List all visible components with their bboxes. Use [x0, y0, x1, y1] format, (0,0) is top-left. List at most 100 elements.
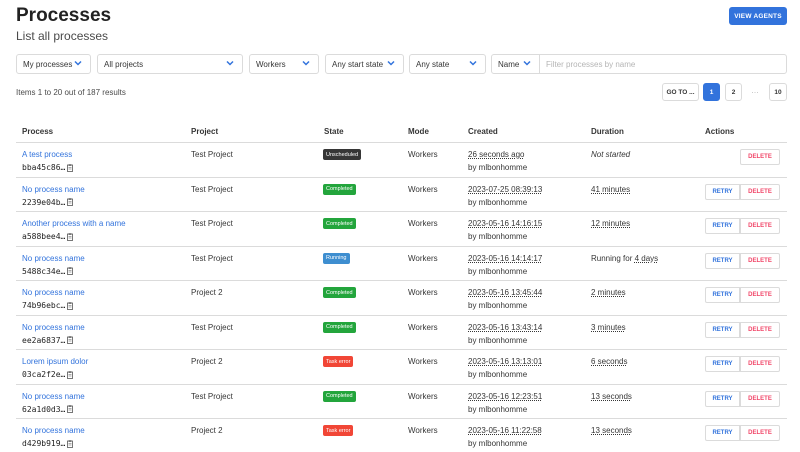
delete-button[interactable]: DELETE: [740, 321, 780, 338]
table-row: No process name d429b919… Project 2 Task er…: [16, 419, 787, 452]
clipboard-icon[interactable]: [67, 267, 74, 275]
clipboard-icon[interactable]: [67, 163, 74, 172]
state-badge: Task error: [323, 425, 354, 436]
retry-button[interactable]: RETRY: [705, 218, 740, 234]
duration: Running for 4 days: [591, 254, 658, 263]
start-state-filter[interactable]: Any start state: [325, 54, 404, 74]
page-title: Processes: [16, 5, 112, 26]
delete-button[interactable]: DELETE: [740, 390, 780, 407]
retry-button[interactable]: RETRY: [705, 321, 740, 338]
process-id-text: a588bee4…: [22, 232, 66, 241]
name-filter-input[interactable]: [539, 54, 787, 74]
mode-value: Workers: [408, 322, 438, 332]
project-name: Test Project: [191, 184, 233, 194]
created-date: 2023-05-16 13:43:14: [468, 322, 543, 332]
clipboard-icon[interactable]: [67, 198, 74, 206]
clipboard-icon[interactable]: [67, 232, 74, 241]
mode-value: Workers: [408, 253, 438, 263]
process-id: 03ca2f2e…: [22, 370, 74, 379]
created-date: 2023-05-16 14:14:17: [468, 253, 543, 263]
process-name-link[interactable]: No process name: [22, 323, 85, 332]
clipboard-icon[interactable]: [67, 336, 74, 344]
duration-value: 13 seconds: [591, 391, 632, 401]
process-name-link[interactable]: No process name: [22, 392, 85, 401]
retry-button[interactable]: RETRY: [705, 252, 740, 269]
process-name-link[interactable]: No process name: [22, 288, 85, 297]
created-date: 26 seconds ago: [468, 150, 525, 159]
column-header-mode: Mode: [408, 127, 429, 136]
delete-button[interactable]: DELETE: [740, 149, 780, 165]
process-name-link[interactable]: No process name: [22, 185, 85, 194]
go-to-page-button[interactable]: GO TO ...: [662, 83, 699, 101]
process-name-link[interactable]: Another process with a name: [22, 219, 126, 228]
retry-button[interactable]: RETRY: [705, 390, 740, 407]
delete-button[interactable]: DELETE: [740, 218, 780, 234]
duration: 13 seconds: [591, 392, 632, 401]
duration-value: Not started: [591, 150, 631, 159]
chevron-down-icon: [73, 58, 83, 68]
duration: 41 minutes: [591, 185, 630, 194]
process-id-text: bba45c86…: [22, 163, 66, 172]
delete-button[interactable]: DELETE: [740, 356, 780, 372]
process-id-text: d429b919…: [22, 439, 66, 448]
duration: 12 minutes: [591, 219, 630, 228]
process-name-link[interactable]: A test process: [22, 150, 72, 159]
column-header-duration: Duration: [591, 127, 624, 136]
table-row: A test process bba45c86… Test Project Unsch…: [16, 143, 787, 178]
projects-filter[interactable]: All projects: [97, 54, 243, 74]
state-badge: Unscheduled: [323, 149, 362, 160]
clipboard-icon[interactable]: [67, 301, 74, 310]
created-by: by mlbonhomme: [468, 301, 528, 310]
table-row: No process name 2239e04b… Test Project Comp…: [16, 178, 787, 212]
duration-value: 13 seconds: [591, 426, 632, 435]
process-id-text: 74b96ebc…: [22, 301, 66, 310]
clipboard-icon[interactable]: [67, 370, 74, 379]
created-date: 2023-05-16 13:13:01: [468, 357, 543, 366]
created-by: by mlbonhomme: [468, 163, 528, 172]
delete-button[interactable]: DELETE: [740, 252, 780, 269]
page-2-button[interactable]: 2: [725, 83, 742, 101]
retry-button[interactable]: RETRY: [705, 356, 740, 372]
retry-button[interactable]: RETRY: [705, 425, 740, 441]
delete-button[interactable]: DELETE: [740, 183, 780, 200]
state-filter[interactable]: Any state: [409, 54, 486, 74]
view-agents-button[interactable]: VIEW AGENTS: [729, 7, 787, 25]
page-10-button[interactable]: 10: [769, 83, 787, 101]
process-name-link[interactable]: No process name: [22, 426, 85, 435]
process-id: d429b919…: [22, 439, 74, 448]
process-id: 5488c34e…: [22, 266, 74, 276]
process-name-link[interactable]: No process name: [22, 254, 85, 263]
process-id: 2239e04b…: [22, 198, 74, 207]
process-id: 74b96ebc…: [22, 301, 74, 310]
column-header-project: Project: [191, 127, 219, 136]
chevron-down-icon: [225, 58, 235, 68]
table-row: Lorem ipsum dolor 03ca2f2e… Project 2 Task …: [16, 350, 787, 385]
delete-button[interactable]: DELETE: [740, 425, 780, 441]
clipboard-icon[interactable]: [67, 439, 74, 448]
process-name-link[interactable]: Lorem ipsum dolor: [22, 357, 88, 366]
mode-filter[interactable]: Workers: [249, 54, 319, 74]
mode-value: Workers: [408, 288, 438, 297]
project-name: Project 2: [191, 288, 223, 297]
retry-button[interactable]: RETRY: [705, 287, 740, 303]
table-row: No process name 62a1d0d3… Test Project Comp…: [16, 385, 787, 419]
chevron-down-icon: [468, 58, 478, 68]
state-badge: Completed: [323, 321, 356, 333]
name-filter-field-select[interactable]: Name: [491, 54, 540, 74]
created-by: by mlbonhomme: [468, 370, 528, 379]
project-name: Project 2: [191, 357, 223, 366]
duration: 2 minutes: [591, 288, 626, 297]
clipboard-icon[interactable]: [67, 405, 74, 413]
my-processes-filter[interactable]: My processes: [16, 54, 91, 74]
mode-value: Workers: [408, 426, 438, 435]
process-id-text: 5488c34e…: [22, 266, 66, 276]
duration-value: 41 minutes: [591, 184, 631, 194]
created-by: by mlbonhomme: [468, 197, 528, 207]
start-state-filter-label: Any start state: [332, 59, 384, 69]
page-1-button[interactable]: 1: [703, 83, 720, 101]
chevron-down-icon: [301, 58, 311, 68]
created-by: by mlbonhomme: [468, 232, 528, 241]
retry-button[interactable]: RETRY: [705, 183, 740, 200]
process-id-text: 62a1d0d3…: [22, 404, 66, 414]
delete-button[interactable]: DELETE: [740, 287, 780, 303]
